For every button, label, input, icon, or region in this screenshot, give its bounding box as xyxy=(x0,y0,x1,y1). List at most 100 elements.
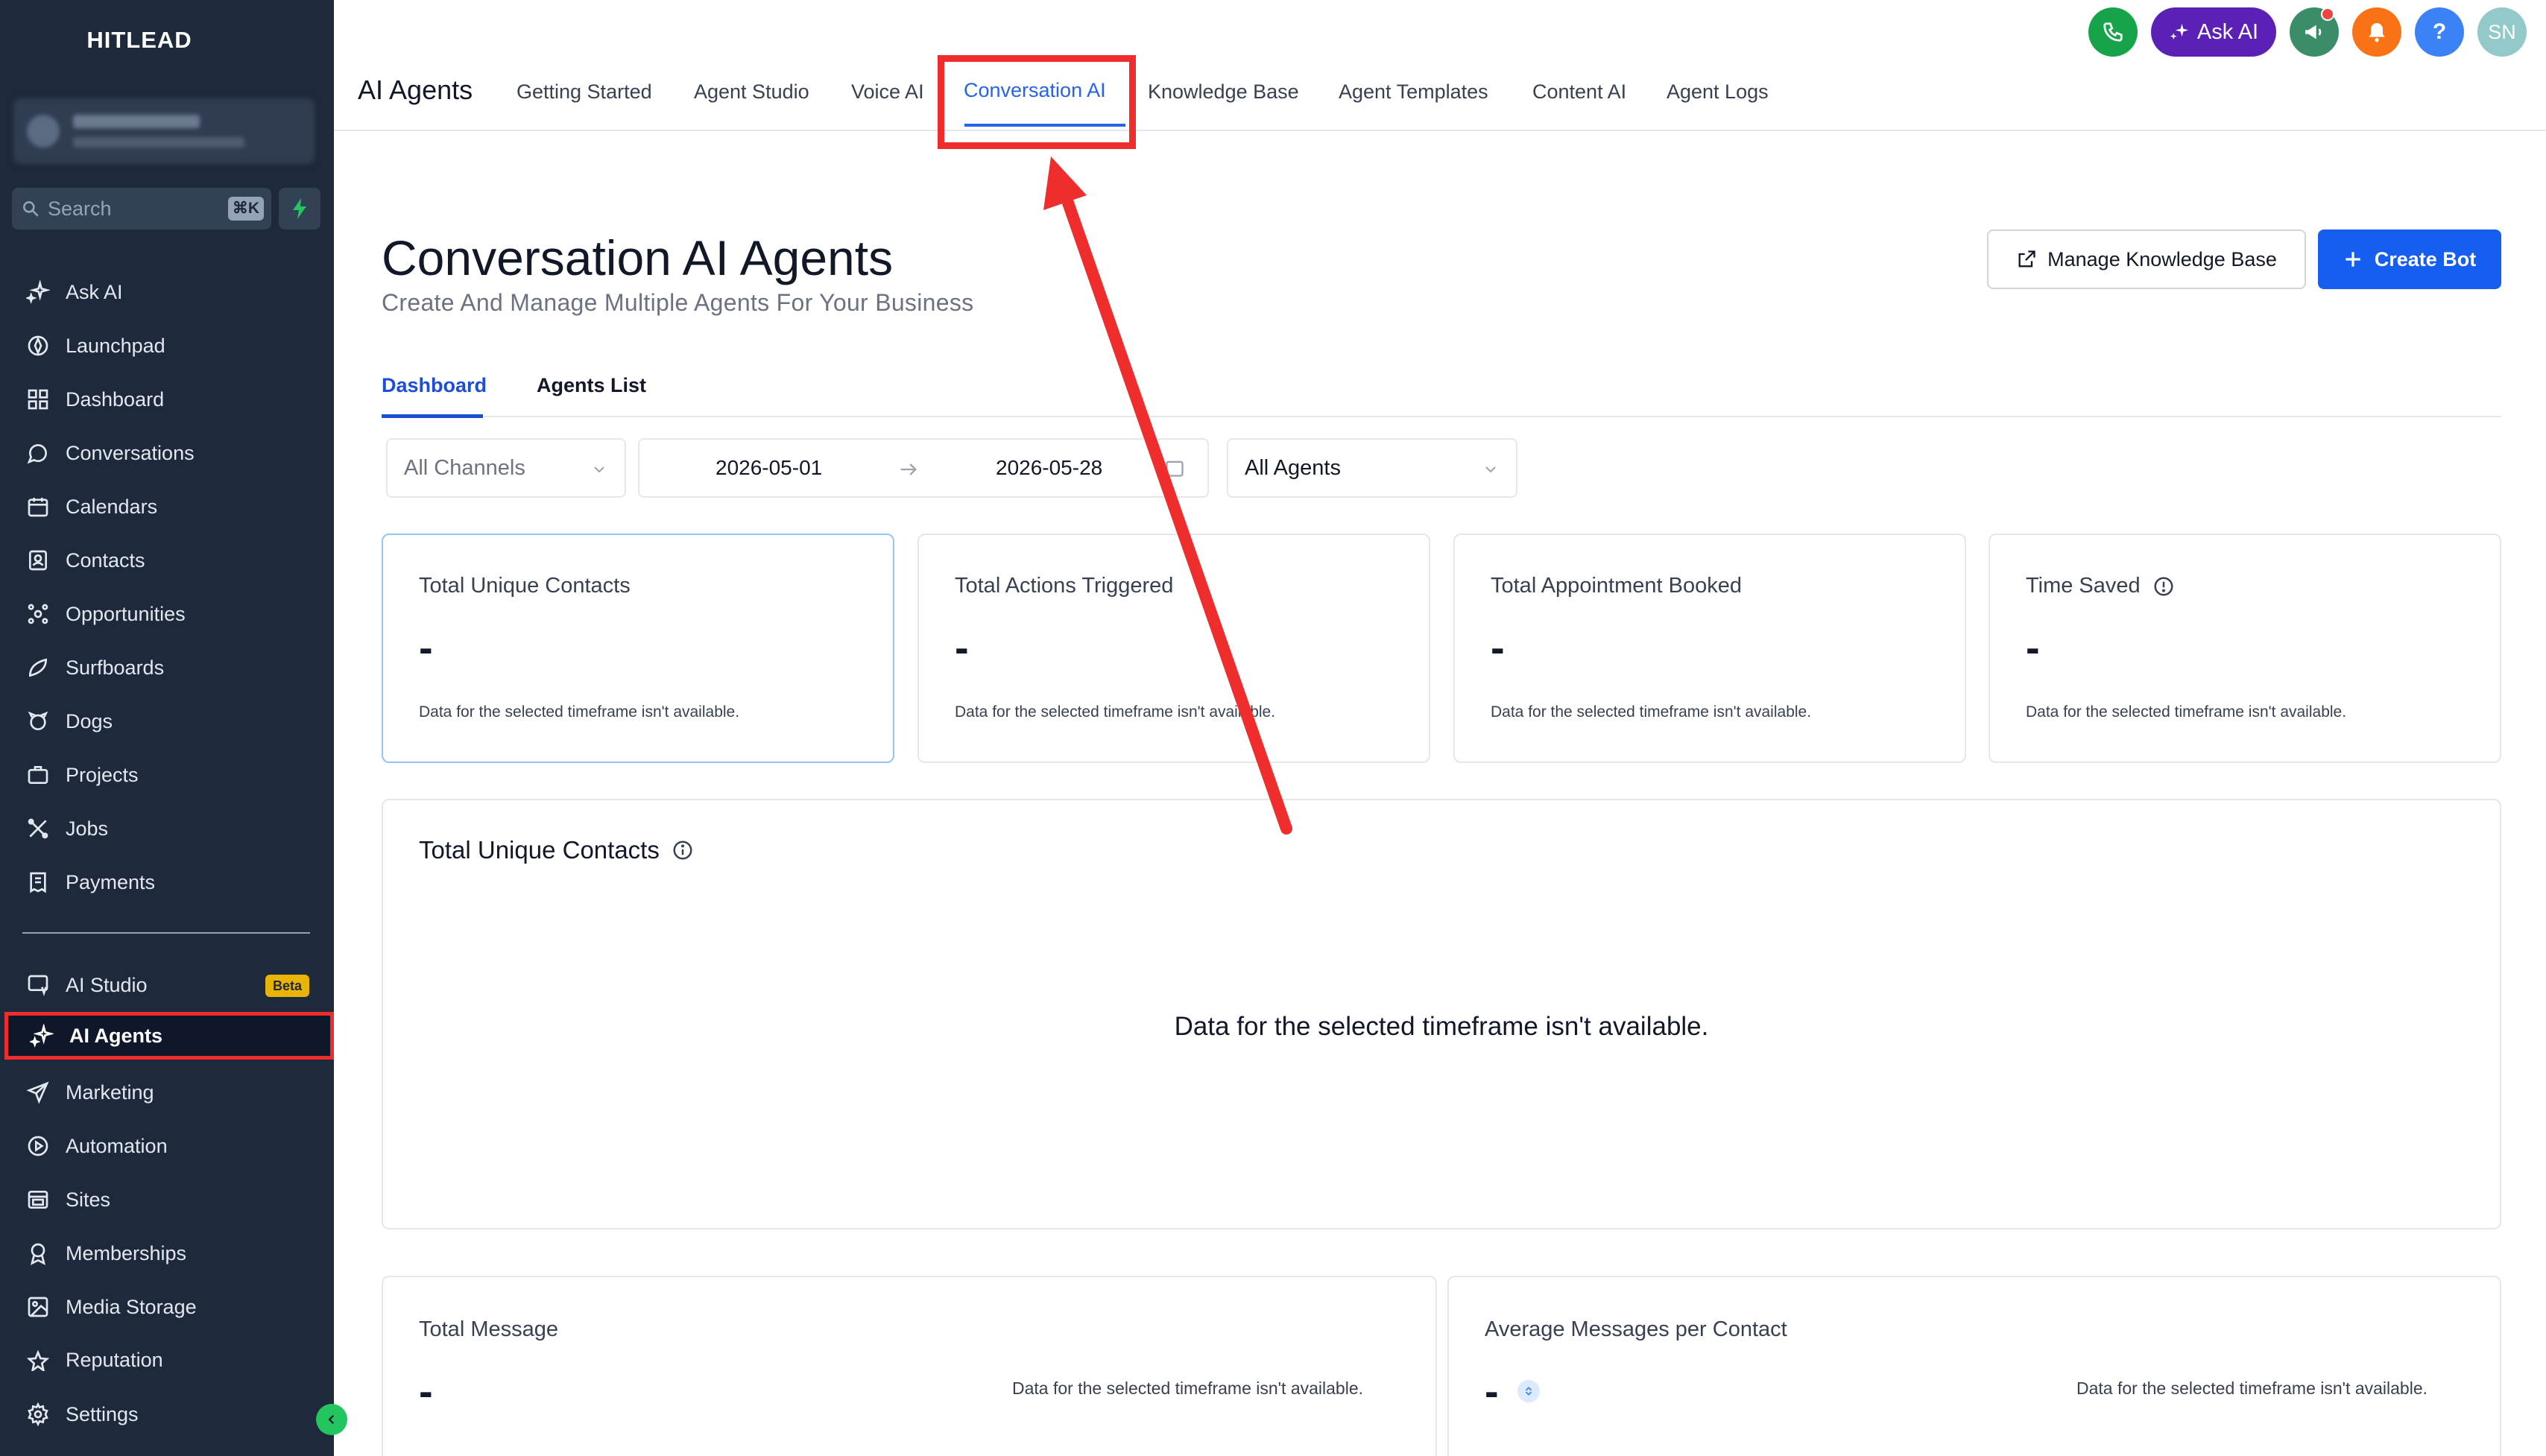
sidebar: HITLEAD Search ⌘K Ask AI Launchpad Dashb… xyxy=(0,0,347,1456)
stat-value: - xyxy=(1491,624,1505,671)
phone-button[interactable] xyxy=(2088,7,2138,57)
stat-value: - xyxy=(2026,624,2040,671)
stat-label-wrap: Time Saved xyxy=(2026,574,2175,598)
sidebar-item-calendars[interactable]: Calendars xyxy=(0,483,334,531)
card-label: Average Messages per Contact xyxy=(1485,1317,1787,1341)
info-icon[interactable] xyxy=(2152,575,2175,598)
sidebar-item-sites[interactable]: Sites xyxy=(0,1176,334,1224)
sidebar-item-surfboards[interactable]: Surfboards xyxy=(0,644,334,691)
avatar[interactable]: SN xyxy=(2477,7,2527,57)
brand-logo: HITLEAD xyxy=(86,27,192,53)
sidebar-item-label: Opportunities xyxy=(66,602,186,625)
search-shortcut: ⌘K xyxy=(227,197,264,221)
tab-content-ai[interactable]: Content AI xyxy=(1532,80,1626,104)
tab-agents-list[interactable]: Agents List xyxy=(537,374,646,397)
sidebar-item-label: Contacts xyxy=(66,548,145,572)
manage-kb-label: Manage Knowledge Base xyxy=(2047,247,2277,270)
ask-ai-button[interactable]: Ask AI xyxy=(2151,7,2276,57)
ask-ai-label: Ask AI xyxy=(2196,19,2259,44)
image-icon xyxy=(25,1294,51,1320)
grid-icon xyxy=(25,387,51,412)
tab-agent-logs[interactable]: Agent Logs xyxy=(1667,80,1769,104)
sidebar-item-dashboard[interactable]: Dashboard xyxy=(0,376,334,423)
sidebar-item-label: AI Studio xyxy=(66,973,148,996)
tab-knowledge-base[interactable]: Knowledge Base xyxy=(1148,80,1299,104)
stat-label: Total Actions Triggered xyxy=(955,574,1174,598)
sidebar-item-marketing[interactable]: Marketing xyxy=(0,1069,334,1116)
sidebar-item-opportunities[interactable]: Opportunities xyxy=(0,590,334,638)
sidebar-divider xyxy=(22,932,310,934)
tab-voice-ai[interactable]: Voice AI xyxy=(851,80,924,104)
stat-note: Data for the selected timeframe isn't av… xyxy=(419,703,740,721)
star-icon xyxy=(25,1349,51,1371)
stat-label: Total Unique Contacts xyxy=(419,574,631,598)
card-value: - xyxy=(1485,1367,1499,1414)
tab-getting-started[interactable]: Getting Started xyxy=(517,80,652,104)
chevron-left-icon xyxy=(328,1414,335,1425)
calendar-icon xyxy=(1166,460,1184,477)
sites-icon xyxy=(25,1187,51,1212)
date-range-picker[interactable]: 2026-05-01 2026-05-28 xyxy=(638,438,1209,498)
sidebar-item-label: Ask AI xyxy=(66,280,123,303)
sidebar-item-dogs[interactable]: Dogs xyxy=(0,697,334,745)
chevron-down-icon xyxy=(1485,466,1496,473)
sidebar-item-ai-agents[interactable]: AI Agents xyxy=(4,1012,334,1060)
stat-card-appointments-booked[interactable]: Total Appointment Booked - Data for the … xyxy=(1453,534,1966,763)
stat-note: Data for the selected timeframe isn't av… xyxy=(955,703,1276,721)
sidebar-item-payments[interactable]: Payments xyxy=(0,858,334,906)
card-note: Data for the selected timeframe isn't av… xyxy=(2076,1379,2428,1398)
sidebar-item-ask-ai[interactable]: Ask AI xyxy=(0,268,334,316)
sidebar-item-memberships[interactable]: Memberships xyxy=(0,1229,334,1277)
plus-icon xyxy=(2345,252,2360,267)
opportunities-icon xyxy=(25,601,51,627)
notifications-button[interactable] xyxy=(2352,7,2401,57)
bell-icon xyxy=(2369,23,2385,42)
chat-icon xyxy=(25,440,51,466)
search-input[interactable]: Search ⌘K xyxy=(12,188,271,230)
sidebar-item-contacts[interactable]: Contacts xyxy=(0,536,334,584)
collapse-sidebar-button[interactable] xyxy=(316,1404,347,1435)
tab-dashboard[interactable]: Dashboard xyxy=(382,374,487,397)
award-icon xyxy=(25,1241,51,1266)
channel-select[interactable]: All Channels xyxy=(386,438,626,498)
quick-action-button[interactable] xyxy=(279,188,320,230)
tab-agent-studio[interactable]: Agent Studio xyxy=(694,80,809,104)
sidebar-item-automation[interactable]: Automation xyxy=(0,1122,334,1170)
surfboard-icon xyxy=(25,655,51,680)
sidebar-item-label: Automation xyxy=(66,1134,168,1157)
sidebar-item-label: Media Storage xyxy=(66,1295,197,1318)
date-start: 2026-05-01 xyxy=(716,456,823,479)
calendar-icon xyxy=(25,494,51,519)
contacts-icon xyxy=(25,548,51,573)
sidebar-item-jobs[interactable]: Jobs xyxy=(0,805,334,852)
info-icon[interactable] xyxy=(672,839,694,861)
sidebar-item-media-storage[interactable]: Media Storage xyxy=(0,1283,334,1331)
stat-card-time-saved[interactable]: Time Saved - Data for the selected timef… xyxy=(1989,534,2501,763)
section-title: AI Agents xyxy=(358,75,473,105)
stat-card-actions-triggered[interactable]: Total Actions Triggered - Data for the s… xyxy=(917,534,1430,763)
card-note: Data for the selected timeframe isn't av… xyxy=(1012,1379,1364,1398)
avg-messages-card: Average Messages per Contact - Data for … xyxy=(1447,1276,2501,1456)
sidebar-item-label: Settings xyxy=(66,1402,139,1425)
megaphone-icon xyxy=(2305,25,2322,39)
sidebar-item-settings[interactable]: Settings xyxy=(0,1390,334,1438)
active-subtab-indicator xyxy=(382,414,483,418)
create-bot-button[interactable]: Create Bot xyxy=(2318,230,2501,289)
tab-agent-templates[interactable]: Agent Templates xyxy=(1339,80,1488,104)
account-switcher[interactable] xyxy=(13,98,315,164)
sidebar-item-projects[interactable]: Projects xyxy=(0,751,334,799)
stat-note: Data for the selected timeframe isn't av… xyxy=(1491,703,1812,721)
sidebar-item-launchpad[interactable]: Launchpad xyxy=(0,322,334,370)
sidebar-item-label: Surfboards xyxy=(66,656,165,679)
sidebar-item-label: Dogs xyxy=(66,709,113,732)
help-button[interactable]: ? xyxy=(2415,7,2464,57)
manage-knowledge-base-button[interactable]: Manage Knowledge Base xyxy=(1987,230,2306,289)
agent-select[interactable]: All Agents xyxy=(1227,438,1517,498)
stat-card-unique-contacts[interactable]: Total Unique Contacts - Data for the sel… xyxy=(382,534,894,763)
sidebar-item-reputation[interactable]: Reputation xyxy=(0,1337,334,1371)
sidebar-item-label: Projects xyxy=(66,763,139,786)
sidebar-item-label: Payments xyxy=(66,870,156,893)
date-end: 2026-05-28 xyxy=(996,456,1103,479)
agent-select-value: All Agents xyxy=(1245,455,1341,480)
sidebar-item-conversations[interactable]: Conversations xyxy=(0,429,334,477)
